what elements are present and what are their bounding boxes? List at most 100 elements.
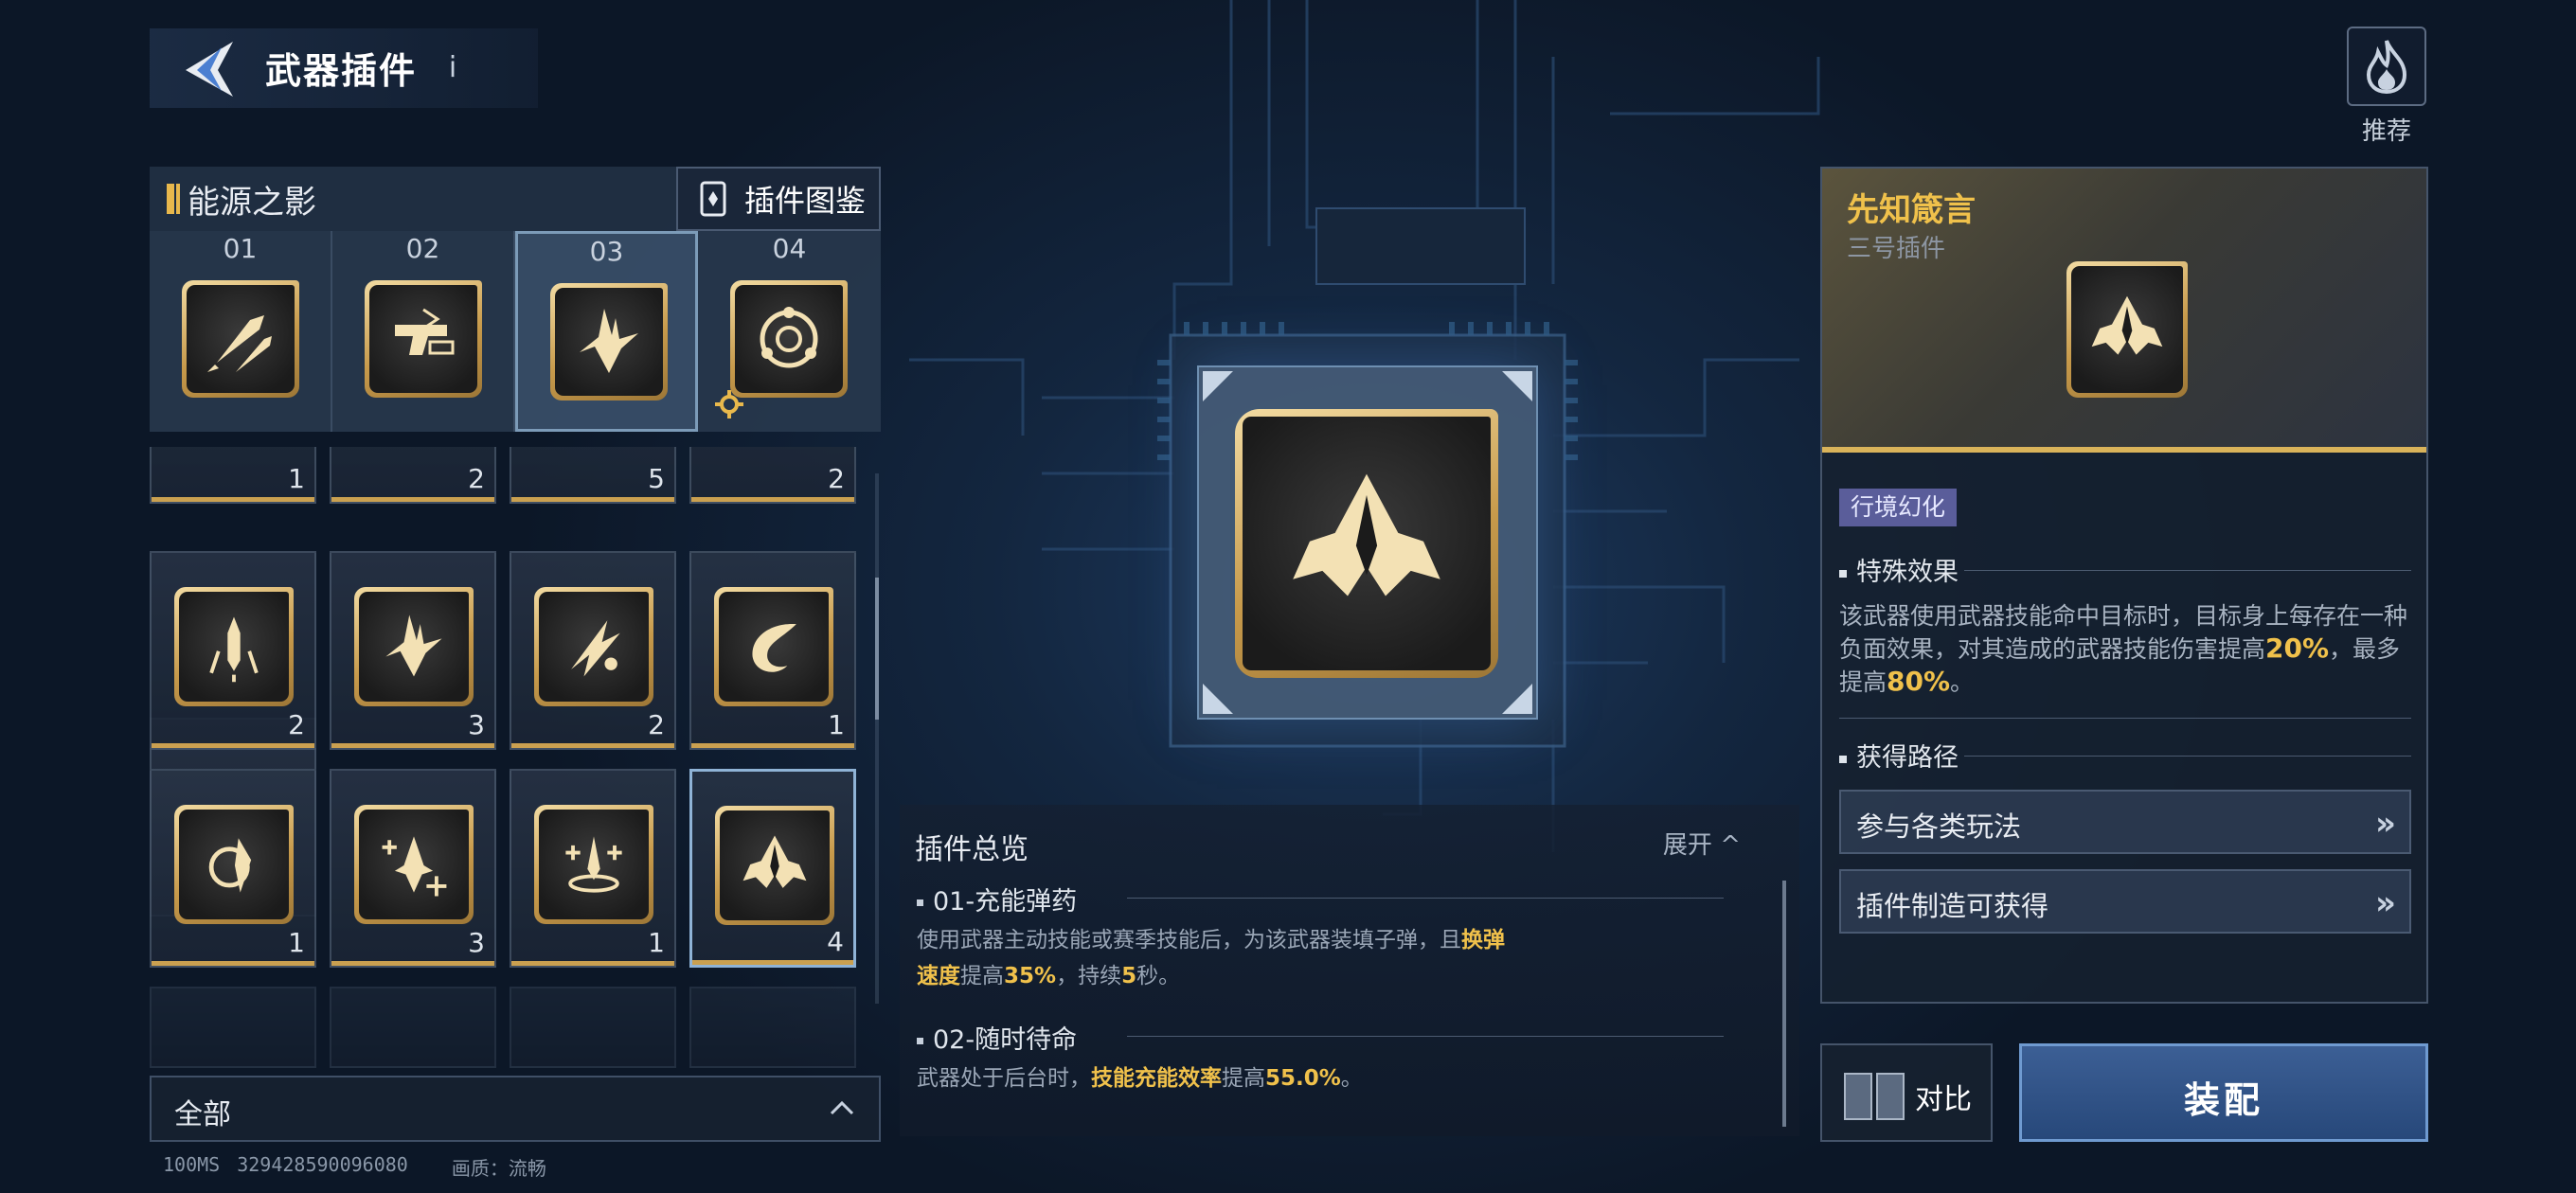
overview-section-2-text: 武器处于后台时，技能充能效率提高55.0%。 — [917, 1060, 1599, 1096]
plugin-cell[interactable] — [150, 987, 316, 1068]
ping-value: 100MS — [163, 1153, 221, 1176]
flame-icon — [2347, 27, 2426, 106]
burst-icon — [385, 614, 442, 677]
plugin-count: 2 — [288, 709, 305, 740]
plugin-cell[interactable]: 4 — [689, 769, 856, 968]
overview-section-1-text: 使用武器主动技能或赛季技能后，为该武器装填子弹，且换弹 速度提高35%，持续5秒… — [917, 922, 1599, 994]
plugin-cell[interactable]: 2 — [330, 447, 496, 504]
highlight-text: 5 — [1121, 964, 1137, 988]
rarity-bar — [511, 961, 674, 966]
grid-scroll-thumb[interactable] — [875, 578, 879, 720]
equipped-slots: 01 02 03 04 — [150, 231, 881, 432]
expand-button[interactable]: 展开 ^ — [1663, 826, 1741, 861]
slot-number: 03 — [589, 236, 624, 267]
effect-section-title: 特殊效果 — [1839, 551, 1959, 588]
recommend-label: 推荐 — [2361, 117, 2411, 146]
shard-icon — [208, 838, 252, 893]
plugin-cell[interactable]: 1 — [150, 447, 316, 504]
overview-title: 插件总览 — [915, 833, 1029, 866]
divider — [1964, 756, 2411, 757]
overview-section-1-title: 01-充能弹药 — [917, 881, 1077, 917]
plugin-detail-panel: 先知箴言 三号插件 行境幻化 特殊效果 该武器使用武器技能命中目标时，目标身上每… — [1820, 167, 2428, 1004]
highlight-text: 80% — [1887, 666, 1951, 697]
plugin-cell[interactable]: 2 — [510, 551, 676, 750]
divider — [1127, 898, 1724, 899]
plugin-slot-type: 三号插件 — [1847, 235, 1946, 263]
plugin-card — [714, 587, 833, 706]
slash-icon — [571, 620, 620, 677]
plugin-codex-label: 插件图鉴 — [744, 183, 867, 219]
codex-icon — [700, 181, 726, 217]
plugin-name: 先知箴言 — [1847, 191, 1976, 229]
plugin-card — [730, 280, 848, 398]
plugin-cell[interactable]: 1 — [689, 551, 856, 750]
slot-01[interactable]: 01 — [150, 231, 332, 432]
chevron-up-icon — [830, 1100, 854, 1115]
effect-description: 该武器使用武器技能命中目标时，目标身上每存在一种负面效果，对其造成的武器技能伤害… — [1839, 600, 2417, 699]
text-part: ，持续 — [1056, 964, 1122, 988]
double-chevron-right-icon: » — [2375, 884, 2396, 922]
plugin-card — [715, 806, 834, 925]
set-header: 能源之影 插件图鉴 — [150, 167, 881, 231]
route-crafting-button[interactable]: 插件制造可获得 » — [1839, 869, 2411, 934]
back-button[interactable] — [180, 38, 246, 98]
set-title: 能源之影 — [188, 184, 316, 222]
plugin-count: 2 — [468, 463, 485, 494]
equip-button[interactable]: 装配 — [2019, 1043, 2428, 1142]
rarity-bar — [511, 743, 674, 748]
plugin-cell[interactable]: 2 — [150, 551, 316, 750]
plugin-cell[interactable]: 5 — [510, 447, 676, 504]
compare-button[interactable]: 对比 — [1820, 1043, 1993, 1142]
rarity-bar — [331, 743, 494, 748]
slot-02[interactable]: 02 — [332, 231, 515, 432]
compare-label: 对比 — [1915, 1083, 1972, 1116]
plugin-codex-button[interactable]: 插件图鉴 — [676, 167, 881, 231]
plugin-cell[interactable]: 1 — [510, 769, 676, 968]
slot-04[interactable]: 04 — [698, 231, 881, 432]
slot-03[interactable]: 03 — [515, 231, 698, 432]
equip-label: 装配 — [2183, 1079, 2263, 1121]
expand-label: 展开 — [1662, 831, 1712, 860]
plugin-count: 2 — [828, 463, 845, 494]
plugin-card — [354, 805, 474, 924]
corner-marker-icon — [1502, 371, 1532, 401]
rocket-icon — [207, 315, 272, 372]
session-id: 329428590096080 — [237, 1153, 408, 1176]
highlight-text: 换弹 — [1461, 928, 1505, 953]
gear-icon — [715, 390, 743, 418]
recommend-button[interactable]: 推荐 — [2347, 27, 2426, 147]
info-button[interactable]: i — [436, 47, 470, 89]
gun-icon — [395, 308, 455, 355]
grid-scrollbar[interactable] — [875, 473, 879, 1004]
plugin-cell[interactable]: 1 — [150, 769, 316, 968]
corner-marker-icon — [1502, 684, 1532, 714]
plugin-cell[interactable]: 3 — [330, 551, 496, 750]
compare-icon — [1844, 1073, 1905, 1120]
text-part: 。 — [1340, 1066, 1363, 1091]
plugin-tag: 行境幻化 — [1839, 489, 1958, 526]
highlight-text: 速度 — [917, 964, 960, 988]
text-part: 。 — [1950, 668, 1975, 696]
plugin-cell[interactable] — [689, 987, 856, 1068]
set-marker — [167, 184, 174, 214]
plugin-card — [2066, 261, 2188, 398]
rarity-bar — [692, 960, 853, 965]
burst-icon — [580, 309, 638, 373]
plugin-cell[interactable] — [330, 987, 496, 1068]
plugin-cell[interactable] — [510, 987, 676, 1068]
rarity-bar — [331, 961, 494, 966]
slot-number: 04 — [772, 233, 807, 264]
swirl-icon — [752, 623, 796, 672]
plugin-card — [182, 280, 299, 398]
plugin-cell[interactable]: 3 — [330, 769, 496, 968]
plugin-count: 3 — [468, 709, 485, 740]
plugin-count: 4 — [827, 926, 844, 957]
overview-scrollbar[interactable] — [1782, 881, 1786, 1127]
plugin-count: 1 — [828, 709, 845, 740]
divider — [1127, 1036, 1724, 1037]
filter-dropdown[interactable]: 全部 — [150, 1076, 881, 1142]
route-gameplay-button[interactable]: 参与各类玩法 » — [1839, 790, 2411, 854]
ring-icon — [760, 307, 818, 368]
plugin-cell[interactable]: 2 — [689, 447, 856, 504]
detail-header: 先知箴言 三号插件 — [1822, 169, 2426, 451]
